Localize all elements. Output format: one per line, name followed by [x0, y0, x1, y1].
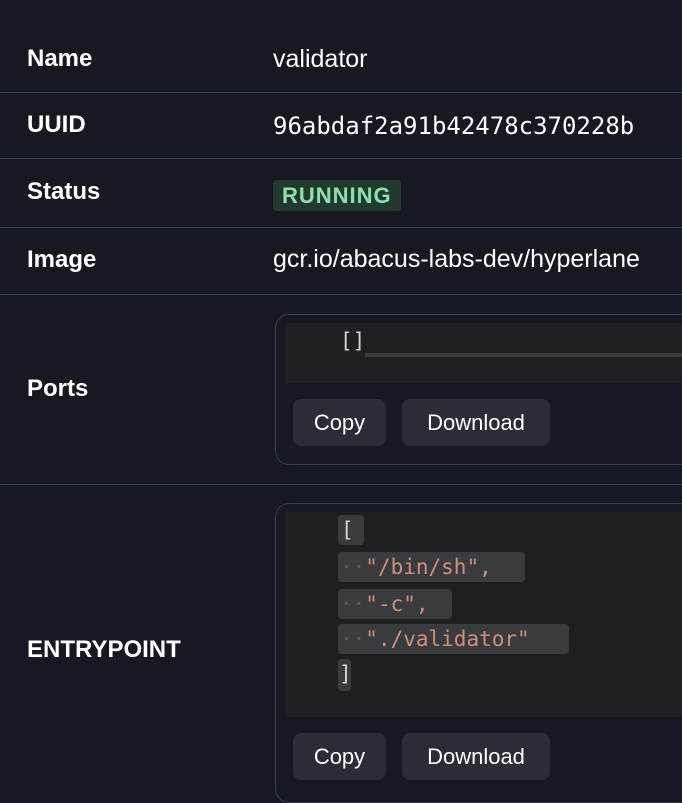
ports-copy-button[interactable]: Copy	[293, 399, 386, 446]
field-row-image: Image gcr.io/abacus-labs-dev/hyperlane	[0, 228, 682, 295]
entrypoint-open-bracket: [	[338, 515, 364, 545]
field-label-image: Image	[27, 246, 97, 273]
entrypoint-item-3: ··"./validator"	[338, 624, 569, 654]
field-label-uuid: UUID	[27, 111, 86, 138]
ports-line-highlight	[365, 353, 682, 357]
field-value-uuid: 96abdaf2a91b42478c370228b	[273, 112, 635, 140]
field-label-ports: Ports	[27, 375, 89, 402]
ports-code-line: []	[340, 329, 366, 353]
field-row-uuid: UUID 96abdaf2a91b42478c370228b	[0, 93, 682, 159]
entrypoint-code-block[interactable]: [ ··"/bin/sh", ··"-c", ··"./validator" ]	[285, 512, 682, 717]
field-label-status: Status	[27, 178, 101, 205]
field-label-name: Name	[27, 45, 93, 72]
entrypoint-download-button[interactable]: Download	[402, 733, 550, 780]
field-row-name: Name validator	[0, 28, 682, 93]
ports-code-block[interactable]: []	[285, 323, 682, 383]
status-badge: RUNNING	[273, 180, 401, 211]
ports-download-button[interactable]: Download	[402, 399, 550, 446]
entrypoint-item-2: ··"-c",	[338, 589, 452, 619]
field-value-image: gcr.io/abacus-labs-dev/hyperlane	[273, 245, 640, 273]
entrypoint-item-1: ··"/bin/sh",	[338, 552, 525, 582]
entrypoint-close-bracket: ]	[338, 659, 352, 691]
field-label-entrypoint: ENTRYPOINT	[27, 636, 181, 663]
field-value-name: validator	[273, 45, 368, 73]
entrypoint-copy-button[interactable]: Copy	[293, 733, 386, 780]
